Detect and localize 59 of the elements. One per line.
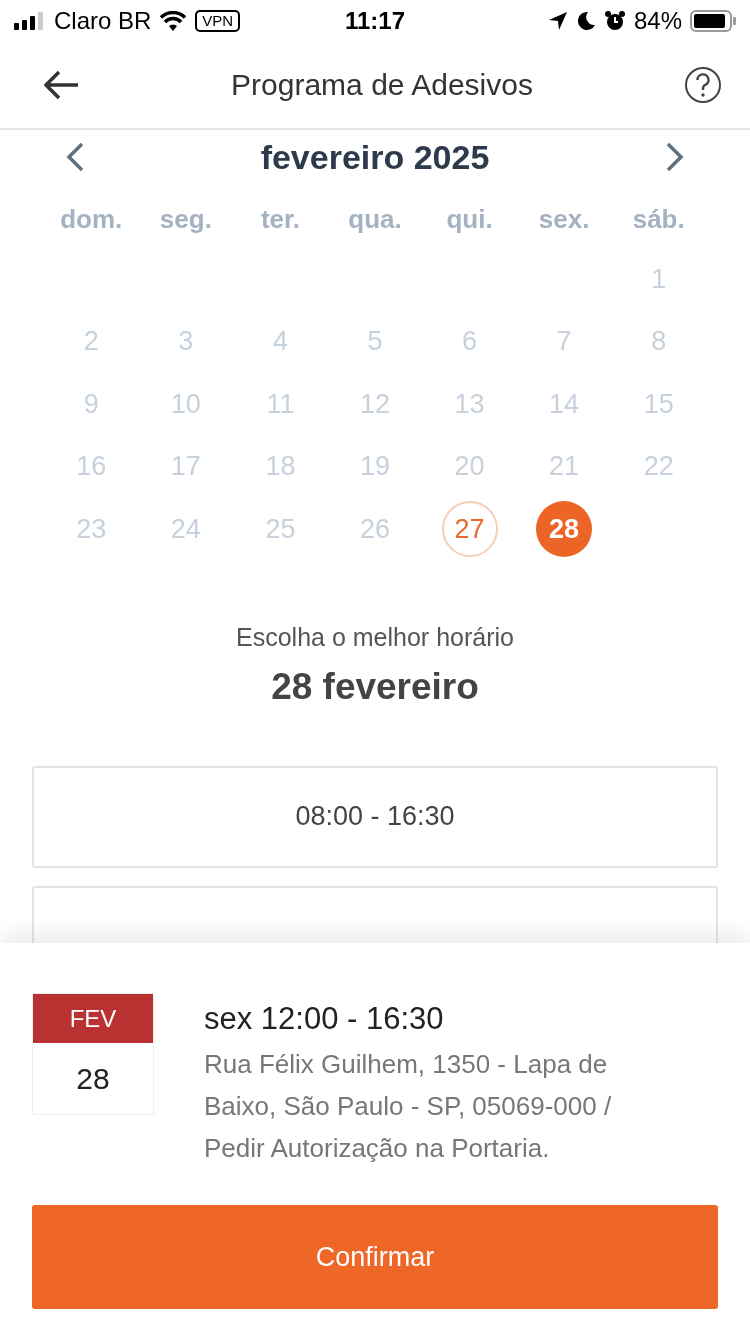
carrier-name: Claro BR [54, 7, 152, 35]
signal-icon [14, 12, 46, 30]
calendar-day[interactable]: 15 [630, 376, 687, 433]
calendar-day[interactable]: 2 [63, 313, 120, 370]
calendar-day[interactable]: 26 [347, 501, 403, 558]
calendar-day[interactable]: 24 [157, 501, 214, 558]
clock-time: 11:17 [344, 7, 406, 35]
calendar-day[interactable]: 4 [252, 313, 309, 370]
confirm-button[interactable]: Confirmar [32, 1205, 718, 1309]
calendar-day[interactable]: 12 [347, 376, 403, 433]
calendar-day[interactable]: 8 [630, 313, 687, 370]
wifi-icon [159, 11, 188, 31]
calendar-day[interactable]: 13 [441, 376, 498, 433]
calendar-day[interactable]: 28 [536, 501, 593, 558]
card-month: FEV [69, 1004, 117, 1033]
location-arrow-icon [547, 11, 568, 31]
weekday-label: qua. [348, 203, 402, 235]
back-arrow-icon[interactable] [44, 70, 80, 100]
calendar-day[interactable]: 14 [536, 376, 593, 433]
next-month-icon[interactable] [666, 142, 684, 172]
battery-icon [690, 10, 736, 32]
calendar-day[interactable]: 25 [252, 501, 309, 558]
alarm-icon [603, 10, 626, 32]
calendar-day[interactable]: 11 [252, 376, 309, 433]
calendar-day[interactable]: 19 [347, 438, 403, 495]
time-slot[interactable]: 08:00 - 16:30 [32, 765, 718, 868]
slot-time: sex 12:00 - 16:30 [204, 1001, 445, 1037]
calendar-day[interactable]: 21 [536, 438, 593, 495]
calendar-day[interactable]: 22 [630, 438, 687, 495]
calendar-day[interactable]: 3 [157, 313, 214, 370]
vpn-badge: VPN [195, 10, 241, 32]
prompt-text: Escolha o melhor horário [236, 622, 514, 652]
selected-date: 28 fevereiro [271, 665, 479, 708]
help-icon[interactable] [684, 66, 722, 104]
address-text: Rua Félix Guilhem, 1350 - Lapa de Baixo, São Paulo - SP, 05069-000 / Pedir Autorização na Portaria. [204, 1048, 613, 1165]
weekday-label: dom. [60, 203, 123, 235]
moon-icon [575, 11, 596, 31]
calendar-day[interactable]: 17 [157, 438, 214, 495]
calendar-day[interactable]: 5 [347, 313, 403, 370]
weekday-label: ter. [260, 203, 300, 235]
weekday-label: seg. [159, 203, 212, 235]
calendar-day[interactable]: 16 [63, 438, 120, 495]
page-title: Programa de Adesivos [231, 68, 533, 102]
calendar-day[interactable]: 20 [441, 438, 498, 495]
calendar-day[interactable]: 6 [441, 313, 498, 370]
card-day: 28 [76, 1061, 110, 1096]
month-title: fevereiro 2025 [260, 137, 490, 177]
calendar-day[interactable]: 23 [63, 501, 120, 558]
battery-percent: 84% [633, 7, 682, 35]
weekday-label: sáb. [632, 203, 685, 235]
previous-month-icon[interactable] [66, 142, 84, 172]
calendar-day[interactable]: 7 [536, 313, 593, 370]
calendar-day[interactable]: 9 [63, 376, 120, 433]
weekday-label: sex. [538, 203, 590, 235]
calendar-day[interactable]: 1 [630, 251, 687, 308]
weekday-label: qui. [446, 203, 493, 235]
calendar-day[interactable]: 10 [157, 376, 214, 433]
calendar-day[interactable]: 18 [252, 438, 309, 495]
calendar-day[interactable]: 27 [441, 501, 498, 558]
